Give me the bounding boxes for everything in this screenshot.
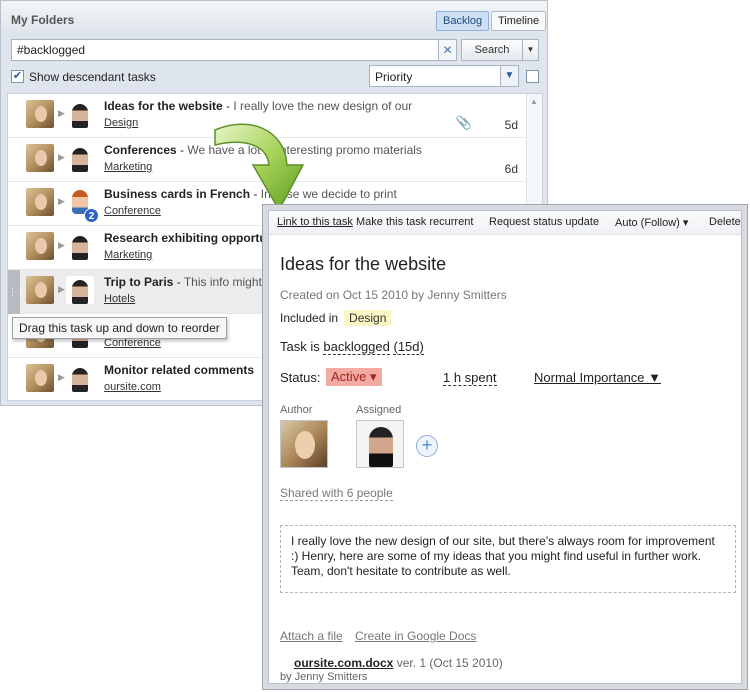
folders-title: My Folders: [11, 13, 75, 27]
author-avatar: [26, 232, 54, 260]
task-folder-link[interactable]: Design: [104, 117, 138, 129]
arrow-right-icon: ▶: [58, 108, 65, 118]
task-age: 6d: [504, 162, 518, 176]
search-button[interactable]: Search: [461, 39, 523, 61]
sort-direction-checkbox[interactable]: [526, 70, 539, 83]
search-row: ✕ Search ▼: [11, 39, 541, 61]
task-description[interactable]: I really love the new design of our site…: [280, 525, 736, 593]
attach-file-link[interactable]: Attach a file: [280, 629, 343, 643]
assignee-avatar[interactable]: [356, 420, 404, 468]
status-label: Status:: [280, 370, 321, 385]
status-dropdown[interactable]: Active ▾: [326, 368, 382, 386]
assigned-label: Assigned: [356, 404, 402, 416]
attachment-version: ver. 1 (Oct 15 2010): [396, 656, 503, 670]
drag-tooltip: Drag this task up and down to reorder: [12, 317, 227, 339]
folders-header: My Folders Backlog Timeline: [1, 1, 547, 37]
task-title[interactable]: Monitor related comments: [104, 363, 254, 377]
arrow-right-icon: ▶: [58, 196, 65, 206]
create-google-docs-link[interactable]: Create in Google Docs: [355, 629, 476, 643]
link-to-task-button[interactable]: Link to this task: [277, 216, 353, 228]
created-info: Created on Oct 15 2010 by Jenny Smitters: [280, 288, 507, 302]
attachment-author: by Jenny Smitters: [280, 671, 368, 683]
arrow-right-icon: ▶: [58, 240, 65, 250]
arrow-right-icon: ▶: [58, 372, 65, 382]
show-descendant-checkbox[interactable]: ✔: [11, 70, 24, 83]
timeline-view-button[interactable]: Timeline: [491, 11, 547, 31]
task-folder-link[interactable]: Conference: [104, 205, 161, 217]
task-state-value[interactable]: backlogged: [323, 339, 390, 355]
arrow-right-icon: ▶: [58, 152, 65, 162]
task-folder-link[interactable]: Marketing: [104, 249, 152, 261]
assignee-avatar: [66, 144, 94, 172]
status-row: Status: Active ▾ 1 h spent Normal Import…: [280, 368, 740, 388]
included-in: Included in Design: [280, 310, 392, 326]
show-descendant-label: Show descendant tasks: [29, 70, 156, 84]
follow-dropdown[interactable]: Auto (Follow) ▾: [615, 216, 688, 229]
importance-dropdown[interactable]: Normal Importance ▼: [534, 370, 661, 385]
task-state-age: (15d): [393, 339, 424, 355]
assignee-count-badge: 2: [84, 208, 99, 223]
arrow-right-icon: ▶: [58, 284, 65, 294]
request-status-update-button[interactable]: Request status update: [489, 216, 599, 228]
assignee-avatar: [66, 276, 94, 304]
clear-search-icon[interactable]: ✕: [439, 39, 457, 61]
author-avatar: [26, 144, 54, 172]
backlog-view-button[interactable]: Backlog: [436, 11, 490, 31]
task-folder-link[interactable]: Marketing: [104, 161, 152, 173]
attachment-icon: 📎: [455, 115, 472, 130]
search-input[interactable]: [11, 39, 439, 61]
shared-with-link[interactable]: Shared with 6 people: [280, 486, 393, 501]
attachment: oursite.com.docx ver. 1 (Oct 15 2010): [294, 656, 503, 670]
included-label: Included in: [280, 311, 339, 325]
make-recurrent-button[interactable]: Make this task recurrent: [356, 216, 473, 228]
chevron-down-icon[interactable]: ▼: [500, 66, 518, 86]
attachment-link[interactable]: oursite.com.docx: [294, 656, 393, 670]
assignee-avatar: [66, 232, 94, 260]
author-avatar: [26, 364, 54, 392]
assignee-avatar: [66, 100, 94, 128]
task-detail-panel: Link to this task Make this task recurre…: [262, 204, 748, 690]
author-avatar: [26, 188, 54, 216]
delete-button[interactable]: Delete: [709, 216, 741, 228]
author-avatar: [26, 100, 54, 128]
task-folder-link[interactable]: Hotels: [104, 293, 135, 305]
descendant-row: ✔ Show descendant tasks Priority ▼: [11, 65, 541, 87]
task-detail-content: Link to this task Make this task recurre…: [268, 210, 742, 684]
task-state: Task is backlogged (15d): [280, 339, 424, 355]
time-spent[interactable]: 1 h spent: [443, 370, 497, 386]
author-avatar: [26, 276, 54, 304]
sort-select-value: Priority: [375, 70, 413, 84]
assignee-avatar: [66, 364, 94, 392]
task-toolbar: Link to this task Make this task recurre…: [269, 211, 741, 235]
task-title[interactable]: Research exhibiting opportu: [104, 231, 267, 245]
author-label: Author: [280, 404, 313, 416]
scroll-up-icon[interactable]: ▲: [530, 97, 538, 106]
task-title[interactable]: Trip to Paris - This info might: [104, 275, 262, 289]
task-title[interactable]: Ideas for the website: [280, 254, 446, 275]
drag-handle-icon[interactable]: ⋮⋮: [8, 270, 25, 314]
task-folder-link[interactable]: oursite.com: [104, 381, 161, 393]
included-folder-tag[interactable]: Design: [344, 310, 392, 326]
add-assignee-icon[interactable]: +: [416, 435, 438, 457]
search-options-dropdown-icon[interactable]: ▼: [523, 39, 539, 61]
task-state-label: Task is: [280, 339, 320, 354]
sort-select[interactable]: Priority ▼: [369, 65, 519, 87]
author-avatar: [280, 420, 328, 468]
task-age: 5d: [504, 118, 518, 132]
